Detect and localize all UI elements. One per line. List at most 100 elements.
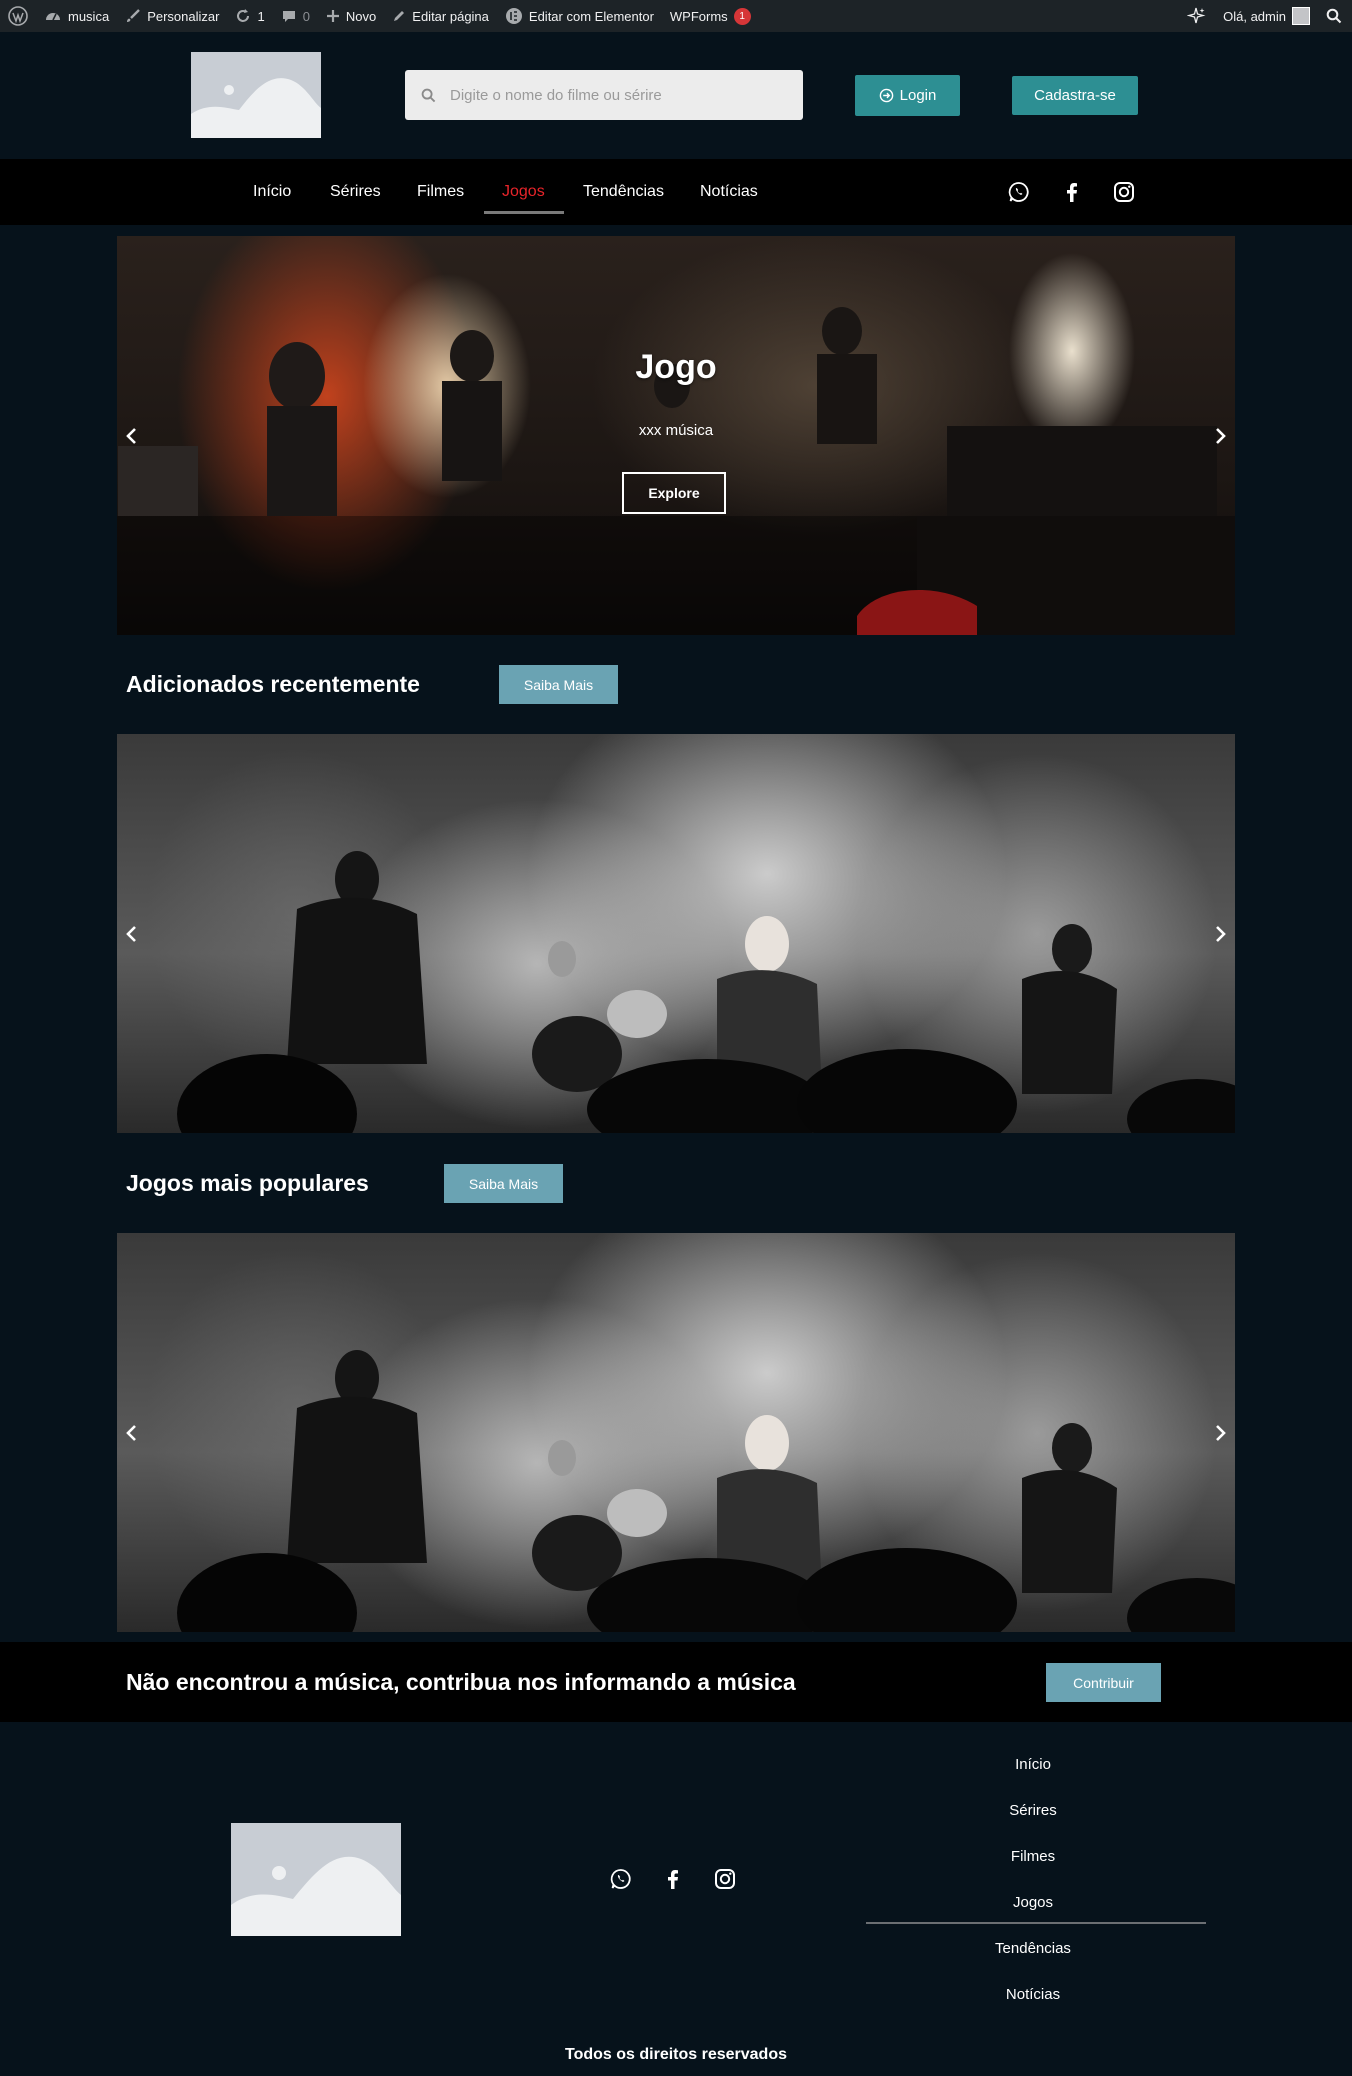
- edit-page-menu[interactable]: Editar página: [384, 0, 497, 32]
- nav-active-indicator: [484, 211, 564, 214]
- footer-menu-filmes[interactable]: Filmes: [863, 1848, 1203, 1865]
- carousel-next-button[interactable]: [1210, 924, 1230, 944]
- wpforms-label: WPForms: [669, 8, 728, 24]
- chevron-left-icon: [126, 1425, 136, 1441]
- updates-menu[interactable]: 1: [227, 0, 272, 32]
- search-icon: [1326, 8, 1342, 24]
- edit-page-label: Editar página: [412, 8, 489, 24]
- nav-label: Início: [253, 183, 292, 200]
- nav-item-jogos[interactable]: Jogos: [502, 159, 545, 225]
- edit-elementor-label: Editar com Elementor: [528, 8, 654, 24]
- login-icon: [879, 88, 893, 103]
- image-placeholder-icon: [191, 52, 321, 138]
- main-navigation: Início Sérires Filmes Jogos Tendências N…: [0, 159, 1352, 225]
- nav-item-filmes[interactable]: Filmes: [417, 159, 464, 225]
- footer-menu-tendencias[interactable]: Tendências: [863, 1940, 1203, 1957]
- avatar: [1292, 7, 1310, 25]
- contribute-text: Não encontrou a música, contribua nos in…: [126, 1668, 796, 1695]
- facebook-icon: [1067, 183, 1077, 202]
- my-account-menu[interactable]: Olá, admin: [1215, 0, 1318, 32]
- contribute-bar: Não encontrou a música, contribua nos in…: [0, 1642, 1352, 1722]
- login-label: Login: [899, 87, 937, 104]
- new-content-menu[interactable]: Novo: [318, 0, 384, 32]
- facebook-icon: [668, 1870, 678, 1889]
- search-placeholder: Digite o nome do filme ou sérire: [450, 86, 662, 104]
- nav-label: Notícias: [700, 183, 758, 200]
- refresh-icon: [237, 9, 250, 22]
- nav-item-noticias[interactable]: Notícias: [700, 159, 758, 225]
- footer-menu-series[interactable]: Sérires: [863, 1802, 1203, 1819]
- footer-menu-active-indicator: [866, 1922, 1206, 1924]
- nav-item-inicio[interactable]: Início: [253, 159, 291, 225]
- nav-item-tendencias[interactable]: Tendências: [583, 159, 664, 225]
- register-label: Cadastra-se: [1034, 87, 1116, 104]
- nav-label: Sérires: [330, 183, 381, 200]
- hero-subtitle: xxx música: [638, 422, 714, 439]
- contribute-button[interactable]: Contribuir: [1046, 1663, 1161, 1702]
- search-input[interactable]: Digite o nome do filme ou sérire: [405, 70, 803, 120]
- explore-button[interactable]: Explore: [622, 472, 726, 514]
- admin-search-button[interactable]: [1318, 0, 1352, 32]
- comments-menu[interactable]: 0: [273, 0, 318, 32]
- brush-icon: [127, 9, 141, 22]
- updates-count: 1: [257, 8, 265, 24]
- concert-image: [177, 851, 1235, 1133]
- dashboard-icon: [46, 13, 60, 21]
- saiba-mais-button[interactable]: Saiba Mais: [499, 665, 618, 704]
- slider-prev-button[interactable]: [122, 426, 142, 446]
- site-header: Digite o nome do filme ou sérire Login C…: [0, 32, 1352, 159]
- plus-icon: [326, 10, 339, 22]
- carousel-prev-button[interactable]: [122, 924, 142, 944]
- customize-label: Personalizar: [147, 8, 220, 24]
- search-icon: [421, 88, 436, 102]
- register-button[interactable]: Cadastra-se: [1012, 76, 1138, 115]
- concert-carousel[interactable]: [117, 734, 1235, 1133]
- ai-assistant-button[interactable]: [1179, 0, 1215, 32]
- copyright: Todos os direitos reservados: [565, 2046, 787, 2063]
- concert-carousel[interactable]: [117, 1233, 1235, 1632]
- footer-instagram-link[interactable]: [713, 1867, 737, 1891]
- whatsapp-link[interactable]: [1007, 180, 1031, 204]
- carousel-next-button[interactable]: [1210, 1423, 1230, 1443]
- footer-facebook-link[interactable]: [661, 1867, 685, 1891]
- wpforms-badge: 1: [733, 7, 751, 25]
- site-logo[interactable]: [191, 52, 321, 138]
- customize-menu[interactable]: Personalizar: [117, 0, 227, 32]
- hero-title: Jogo: [635, 348, 717, 386]
- edit-elementor-menu[interactable]: Editar com Elementor: [497, 0, 662, 32]
- wp-logo-menu[interactable]: [0, 0, 36, 32]
- footer-menu-inicio[interactable]: Início: [863, 1756, 1203, 1773]
- carousel-prev-button[interactable]: [122, 1423, 142, 1443]
- chevron-left-icon: [126, 926, 136, 942]
- whatsapp-icon: [610, 1869, 631, 1889]
- footer-menu-jogos[interactable]: Jogos: [863, 1894, 1203, 1911]
- facebook-link[interactable]: [1060, 180, 1084, 204]
- footer-logo[interactable]: [231, 1823, 401, 1936]
- new-label: Novo: [345, 8, 377, 24]
- nav-item-series[interactable]: Sérires: [330, 159, 381, 225]
- comment-icon: [282, 11, 295, 22]
- image-placeholder-icon: [231, 1823, 401, 1936]
- site-name-menu[interactable]: musica: [36, 0, 117, 32]
- comments-count: 0: [302, 8, 310, 24]
- nav-label: Filmes: [417, 183, 465, 200]
- instagram-link[interactable]: [1112, 180, 1136, 204]
- elementor-icon: [505, 8, 522, 24]
- whatsapp-icon: [1008, 182, 1029, 202]
- instagram-icon: [715, 1869, 735, 1889]
- chevron-right-icon: [1216, 1425, 1226, 1441]
- saiba-mais-button[interactable]: Saiba Mais: [444, 1164, 563, 1203]
- login-button[interactable]: Login: [855, 75, 960, 116]
- footer-whatsapp-link[interactable]: [609, 1867, 633, 1891]
- greeting: Olá, admin: [1223, 8, 1286, 24]
- chevron-right-icon: [1216, 926, 1226, 942]
- footer-menu-noticias[interactable]: Notícias: [863, 1986, 1203, 2003]
- section-title: Adicionados recentemente: [126, 671, 420, 697]
- hero-slider[interactable]: Jogo xxx música Explore: [117, 236, 1235, 635]
- wp-admin-bar: musica Personalizar 1 0 Novo Editar pági…: [0, 0, 1352, 32]
- instagram-icon: [1114, 182, 1134, 202]
- slider-next-button[interactable]: [1210, 426, 1230, 446]
- nav-label: Tendências: [583, 183, 664, 200]
- wpforms-menu[interactable]: WPForms 1: [662, 0, 759, 32]
- nav-label: Jogos: [502, 183, 545, 200]
